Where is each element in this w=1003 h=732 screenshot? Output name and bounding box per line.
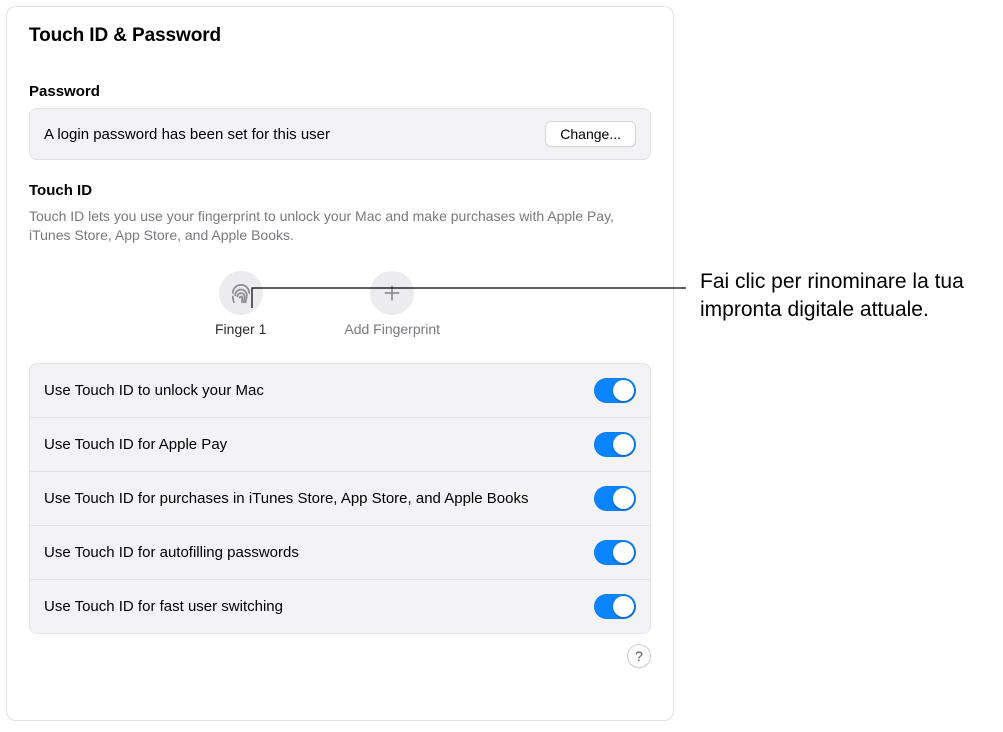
add-fingerprint-label: Add Fingerprint	[344, 321, 440, 337]
toggle-autofill[interactable]	[594, 540, 636, 565]
option-row-purchases: Use Touch ID for purchases in iTunes Sto…	[30, 472, 650, 526]
touchid-options-card: Use Touch ID to unlock your Mac Use Touc…	[29, 363, 651, 634]
change-password-button[interactable]: Change...	[545, 121, 636, 147]
option-row-apple-pay: Use Touch ID for Apple Pay	[30, 418, 650, 472]
touchid-section: Touch ID Touch ID lets you use your fing…	[29, 182, 651, 337]
help-button[interactable]: ?	[627, 644, 651, 668]
settings-panel: Touch ID & Password Password A login pas…	[6, 6, 674, 721]
option-label: Use Touch ID for autofilling passwords	[44, 543, 299, 563]
password-heading: Password	[29, 83, 651, 100]
password-status-text: A login password has been set for this u…	[44, 126, 330, 143]
option-label: Use Touch ID for Apple Pay	[44, 435, 227, 455]
add-fingerprint-button[interactable]: Add Fingerprint	[344, 271, 440, 337]
touchid-heading: Touch ID	[29, 182, 651, 199]
option-label: Use Touch ID for fast user switching	[44, 597, 283, 617]
fingerprint-row: Finger 1 Add Fingerprint	[29, 271, 651, 337]
callout-text: Fai clic per rinominare la tua impronta …	[700, 268, 990, 325]
option-row-unlock-mac: Use Touch ID to unlock your Mac	[30, 364, 650, 418]
fingerprint-label[interactable]: Finger 1	[215, 321, 266, 337]
toggle-unlock-mac[interactable]	[594, 378, 636, 403]
toggle-apple-pay[interactable]	[594, 432, 636, 457]
fingerprint-item-1[interactable]: Finger 1	[215, 271, 266, 337]
toggle-purchases[interactable]	[594, 486, 636, 511]
option-label: Use Touch ID to unlock your Mac	[44, 381, 264, 401]
option-row-fast-user-switching: Use Touch ID for fast user switching	[30, 580, 650, 633]
option-label: Use Touch ID for purchases in iTunes Sto…	[44, 489, 528, 509]
password-card: A login password has been set for this u…	[29, 108, 651, 160]
toggle-fast-user-switching[interactable]	[594, 594, 636, 619]
touchid-description: Touch ID lets you use your fingerprint t…	[29, 207, 629, 245]
fingerprint-icon	[219, 271, 263, 315]
help-row: ?	[29, 644, 651, 668]
page-title: Touch ID & Password	[29, 25, 651, 47]
option-row-autofill: Use Touch ID for autofilling passwords	[30, 526, 650, 580]
plus-icon	[370, 271, 414, 315]
